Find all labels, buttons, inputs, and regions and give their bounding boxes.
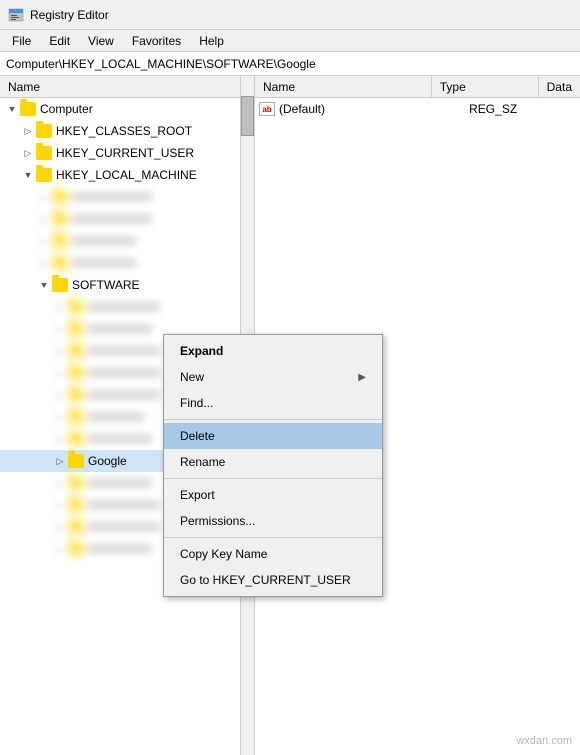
ctx-copy-key[interactable]: Copy Key Name [164,541,382,567]
ctx-copy-key-label: Copy Key Name [180,547,267,561]
ctx-export-label: Export [180,488,215,502]
tree-node-hkcr[interactable]: ▷ HKEY_CLASSES_ROOT [0,120,254,142]
menu-file[interactable]: File [4,32,39,50]
ctx-new-arrow: ▶ [358,372,366,383]
right-pane-headers: Name Type Data [255,76,580,98]
col-header-name: Name [255,76,432,97]
tree-label-hklm: HKEY_LOCAL_MACHINE [56,168,197,182]
folder-icon-software [52,278,68,292]
watermark: wxdan.com [516,735,572,747]
expand-icon-hkcr: ▷ [20,123,36,139]
folder-icon-hkcu [36,146,52,160]
tree-label-google: Google [88,454,127,468]
tree-node-software[interactable]: ▼ SOFTWARE [0,274,254,296]
ctx-goto-hkcu-label: Go to HKEY_CURRENT_USER [180,573,351,587]
tree-col-name-label: Name [8,80,40,94]
expand-icon-hkcu: ▷ [20,145,36,161]
tree-node-hkcu[interactable]: ▷ HKEY_CURRENT_USER [0,142,254,164]
ctx-export[interactable]: Export [164,482,382,508]
menu-view[interactable]: View [80,32,122,50]
ctx-new-label: New [180,370,204,384]
ctx-expand-label: Expand [180,344,223,358]
col-data-label: Data [547,80,572,94]
col-header-type: Type [432,76,539,97]
registry-entry-default[interactable]: ab (Default) REG_SZ [255,98,580,120]
context-menu: Expand New ▶ Find... Delete Rename Expor… [163,334,383,597]
tree-label-computer: Computer [40,102,93,116]
app-title: Registry Editor [30,8,109,22]
tree-node-blurred4: ▷ XXXXXXXX [0,252,254,274]
address-path: Computer\HKEY_LOCAL_MACHINE\SOFTWARE\Goo… [6,57,316,71]
title-bar: Registry Editor [0,0,580,30]
menu-help[interactable]: Help [191,32,232,50]
ctx-permissions[interactable]: Permissions... [164,508,382,534]
ctx-expand[interactable]: Expand [164,338,382,364]
menu-favorites[interactable]: Favorites [124,32,189,50]
tree-node-computer[interactable]: ▼ Computer [0,98,254,120]
ctx-sep2 [164,478,382,479]
tree-label-hkcu: HKEY_CURRENT_USER [56,146,194,160]
address-bar: Computer\HKEY_LOCAL_MACHINE\SOFTWARE\Goo… [0,52,580,76]
ctx-sep3 [164,537,382,538]
tree-col-name: Name [0,76,254,97]
col-type-label: Type [440,80,466,94]
col-header-data: Data [539,76,580,97]
tree-label-software: SOFTWARE [72,278,140,292]
ctx-sep1 [164,419,382,420]
menu-edit[interactable]: Edit [41,32,78,50]
tree-header: Name [0,76,254,98]
tree-node-hklm[interactable]: ▼ HKEY_LOCAL_MACHINE [0,164,254,186]
ctx-rename-label: Rename [180,455,225,469]
expand-icon-hklm: ▼ [20,167,36,183]
col-name-label: Name [263,80,295,94]
tree-label-hkcr: HKEY_CLASSES_ROOT [56,124,192,138]
expand-icon-computer: ▼ [4,101,20,117]
expand-icon-google: ▷ [52,453,68,469]
ctx-delete-label: Delete [180,429,215,443]
main-content: Name ▼ Computer ▷ HKEY_CLASSES_ROOT ▷ HK… [0,76,580,755]
app-icon [8,7,24,23]
folder-icon-google [68,454,84,468]
ctx-goto-hkcu[interactable]: Go to HKEY_CURRENT_USER [164,567,382,593]
folder-icon-hkcr [36,124,52,138]
folder-icon-computer [20,102,36,116]
tree-node-blurred2: ▷ XXXXXXXXXX [0,208,254,230]
ctx-find[interactable]: Find... [164,390,382,416]
ctx-delete[interactable]: Delete [164,423,382,449]
reg-entry-type: REG_SZ [461,102,580,116]
ctx-permissions-label: Permissions... [180,514,255,528]
folder-icon-hklm [36,168,52,182]
ab-icon: ab [259,102,275,116]
tree-node-blurred5: ▷ XXXXXXXXX [0,296,254,318]
expand-icon-software: ▼ [36,277,52,293]
ctx-rename[interactable]: Rename [164,449,382,475]
tree-node-blurred1: ▷ XXXXXXXXXX [0,186,254,208]
tree-node-blurred3: ▷ XXXXXXXX [0,230,254,252]
menu-bar: File Edit View Favorites Help [0,30,580,52]
reg-entry-name: (Default) [279,102,461,116]
ctx-new[interactable]: New ▶ [164,364,382,390]
scrollbar-thumb[interactable] [241,96,254,136]
ctx-find-label: Find... [180,396,213,410]
